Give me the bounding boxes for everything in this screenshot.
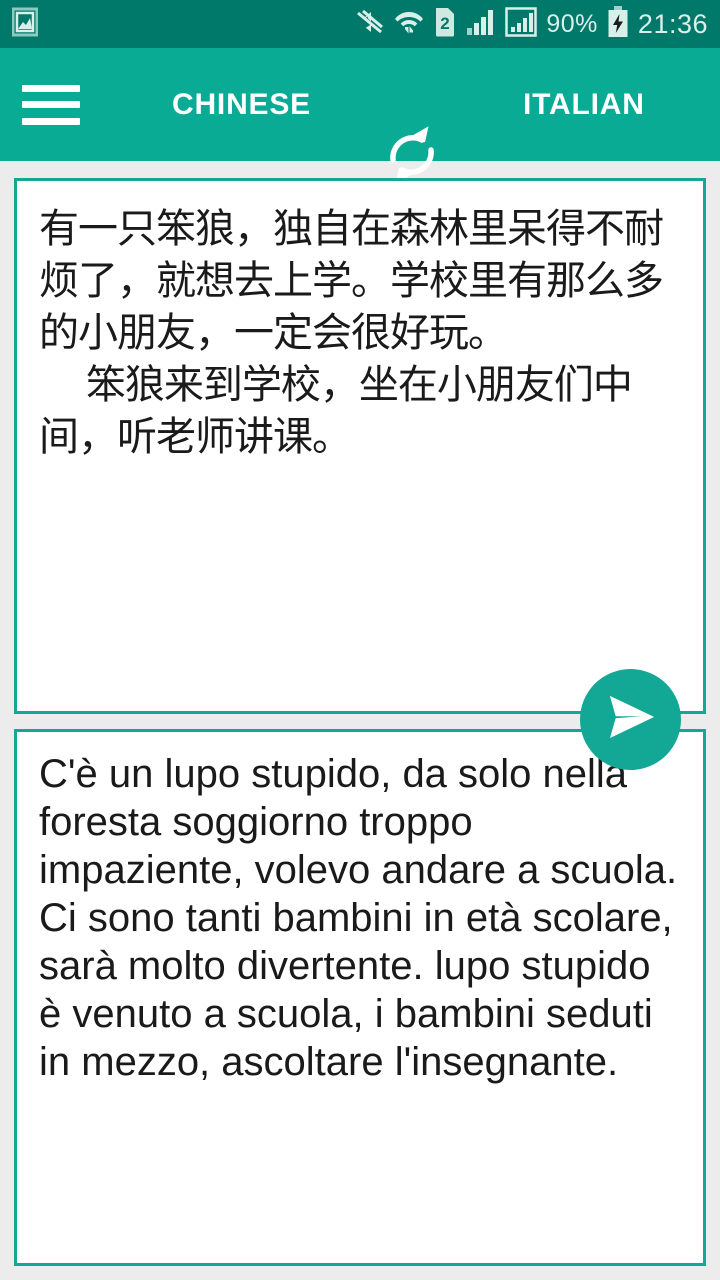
status-bar: 2 90% 21:36: [0, 0, 720, 48]
send-button[interactable]: [580, 669, 681, 770]
sim2-icon: 2: [433, 7, 457, 42]
target-language-button[interactable]: ITALIAN: [523, 88, 645, 122]
source-text[interactable]: 有一只笨狼，独自在森林里呆得不耐烦了，就想去上学。学校里有那么多的小朋友，一定会…: [17, 181, 703, 463]
mute-icon: [355, 7, 385, 42]
wifi-icon: [394, 6, 424, 43]
translator-app-screen: 2 90% 21:36 CHINESE ITALIAN 有一只笨狼，独自在森林里…: [0, 0, 720, 1280]
battery-charging-icon: [607, 5, 629, 43]
source-language-button[interactable]: CHINESE: [172, 88, 311, 122]
status-bar-notifications: [11, 7, 39, 42]
app-bar: CHINESE ITALIAN: [0, 48, 720, 184]
target-text-card: C'è un lupo stupido, da solo nella fores…: [14, 729, 706, 1266]
svg-text:2: 2: [441, 14, 450, 33]
signal-bars-boxed-icon: [505, 6, 538, 42]
status-bar-system-icons: 2 90% 21:36: [355, 5, 708, 43]
signal-bars-icon: [466, 8, 496, 41]
send-icon: [602, 690, 660, 749]
clock-label: 21:36: [637, 8, 708, 39]
hamburger-menu-icon[interactable]: [22, 84, 80, 125]
battery-percent-label: 90%: [546, 9, 598, 38]
source-text-card: 有一只笨狼，独自在森林里呆得不耐烦了，就想去上学。学校里有那么多的小朋友，一定会…: [14, 178, 706, 873]
target-text[interactable]: C'è un lupo stupido, da solo nella fores…: [17, 732, 703, 1086]
image-icon: [11, 7, 39, 42]
